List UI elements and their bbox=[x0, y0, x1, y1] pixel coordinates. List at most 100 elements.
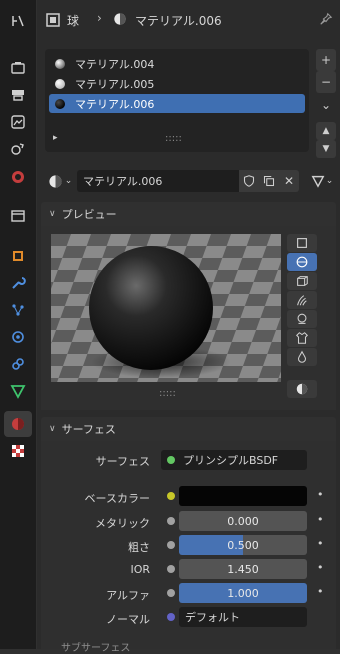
expand-arrow-icon[interactable]: ▸ bbox=[53, 133, 58, 143]
metallic-value: 0.000 bbox=[227, 514, 259, 528]
tab-output[interactable] bbox=[4, 82, 32, 108]
render-icon bbox=[11, 62, 25, 74]
preview-hair-button[interactable] bbox=[287, 291, 317, 309]
base-color-swatch[interactable] bbox=[179, 486, 307, 506]
roughness-value: 0.500 bbox=[227, 538, 259, 552]
keyframe-dot-icon[interactable]: • bbox=[317, 513, 324, 526]
data-icon bbox=[10, 385, 26, 399]
preview-sphere-button[interactable] bbox=[287, 253, 317, 271]
physics-icon bbox=[12, 331, 24, 343]
surface-panel-body: サーフェス プリンシプルBSDF ベースカラー • メタリック 0.000 • … bbox=[41, 441, 336, 654]
tab-scene[interactable] bbox=[4, 136, 32, 162]
material-preview-icon bbox=[55, 58, 65, 69]
shield-icon bbox=[243, 175, 255, 187]
ior-field[interactable]: 1.450 bbox=[179, 559, 307, 579]
remove-slot-button[interactable]: − bbox=[316, 71, 336, 93]
color-socket-icon[interactable] bbox=[167, 492, 175, 500]
list-item-selected[interactable]: マテリアル.006 bbox=[49, 94, 305, 113]
ior-label: IOR bbox=[130, 563, 150, 576]
material-datablock-row: ⌄ マテリアル.006 ✕ ⌄ bbox=[45, 170, 337, 192]
tab-tool[interactable] bbox=[4, 8, 32, 34]
cube-icon bbox=[297, 276, 308, 286]
preview-cube-button[interactable] bbox=[287, 272, 317, 290]
tab-data[interactable] bbox=[4, 378, 32, 404]
world-icon bbox=[296, 383, 308, 395]
particles-icon bbox=[12, 304, 24, 316]
breadcrumb: 球 › マテリアル.006 bbox=[37, 6, 340, 34]
preview-fluid-button[interactable] bbox=[287, 348, 317, 366]
tab-particles[interactable] bbox=[4, 297, 32, 323]
keyframe-dot-icon[interactable]: • bbox=[317, 537, 324, 550]
material-preview-icon bbox=[55, 98, 65, 109]
tab-collection[interactable] bbox=[4, 203, 32, 229]
surface-shader-value: プリンシプルBSDF bbox=[183, 454, 279, 467]
material-name-text: マテリアル.006 bbox=[83, 175, 163, 188]
normal-field[interactable]: デフォルト bbox=[179, 607, 307, 627]
cloth-icon bbox=[296, 332, 308, 344]
properties-main: 球 › マテリアル.006 マテリアル.004 マテリアル.005 マテリアル.… bbox=[37, 0, 340, 654]
list-item[interactable]: マテリアル.004 bbox=[49, 54, 305, 73]
material-name-field[interactable]: マテリアル.006 bbox=[77, 170, 239, 192]
preview-flat-button[interactable] bbox=[287, 234, 317, 252]
material-slot-list[interactable]: マテリアル.004 マテリアル.005 マテリアル.006 ▸ ::::: bbox=[45, 49, 309, 152]
metallic-field[interactable]: 0.000 bbox=[179, 511, 307, 531]
preview-world-button[interactable] bbox=[287, 380, 317, 398]
list-resize-handle[interactable]: ::::: bbox=[165, 133, 182, 144]
material-preview-image bbox=[51, 234, 281, 382]
surface-shader-field[interactable]: プリンシプルBSDF bbox=[161, 450, 307, 470]
material-preview-icon bbox=[55, 78, 65, 89]
tab-view-layer[interactable] bbox=[4, 109, 32, 135]
unlink-material-button[interactable]: ✕ bbox=[279, 170, 299, 192]
list-item-label: マテリアル.006 bbox=[75, 97, 155, 111]
preview-panel-header[interactable]: ∨ プレビュー bbox=[41, 202, 336, 226]
move-slot-up-button[interactable]: ▲ bbox=[316, 122, 336, 140]
plane-icon bbox=[297, 238, 307, 248]
chevron-down-icon: ⌄ bbox=[325, 176, 334, 186]
keyframe-dot-icon[interactable]: • bbox=[317, 561, 324, 574]
monkey-icon bbox=[297, 313, 307, 324]
browse-material-button[interactable]: ⌄ bbox=[45, 171, 75, 191]
vector-socket-icon[interactable] bbox=[167, 613, 175, 621]
value-socket-icon[interactable] bbox=[167, 565, 175, 573]
preview-resize-handle[interactable]: ::::: bbox=[159, 388, 176, 399]
close-icon: ✕ bbox=[283, 174, 295, 188]
alpha-field[interactable]: 1.000 bbox=[179, 583, 307, 603]
chevron-down-icon: ⌄ bbox=[64, 176, 73, 186]
subsurface-section-label[interactable]: サブサーフェス bbox=[61, 639, 130, 654]
tab-texture[interactable] bbox=[4, 438, 32, 464]
add-slot-button[interactable]: + bbox=[316, 49, 336, 71]
move-slot-down-button[interactable]: ▼ bbox=[316, 140, 336, 158]
tab-render[interactable] bbox=[4, 55, 32, 81]
surface-panel-header[interactable]: ∨ サーフェス bbox=[41, 417, 336, 441]
value-socket-icon[interactable] bbox=[167, 517, 175, 525]
object-name: 球 bbox=[67, 14, 80, 28]
keyframe-dot-icon[interactable]: • bbox=[317, 488, 324, 501]
value-socket-icon[interactable] bbox=[167, 589, 175, 597]
constraints-icon bbox=[12, 358, 24, 370]
roughness-field[interactable]: 0.500 bbox=[179, 535, 307, 555]
mesh-data-icon bbox=[311, 175, 325, 188]
tab-world[interactable] bbox=[4, 164, 32, 190]
tab-object[interactable] bbox=[4, 243, 32, 269]
pin-icon[interactable] bbox=[319, 12, 333, 26]
collection-icon bbox=[11, 210, 25, 222]
tab-material[interactable] bbox=[4, 411, 32, 437]
list-item[interactable]: マテリアル.005 bbox=[49, 74, 305, 93]
sphere-icon bbox=[296, 256, 308, 268]
tab-constraints[interactable] bbox=[4, 351, 32, 377]
preview-cloth-button[interactable] bbox=[287, 329, 317, 347]
link-mode-button[interactable]: ⌄ bbox=[307, 171, 337, 191]
view-layer-icon bbox=[11, 115, 25, 129]
duplicate-material-button[interactable] bbox=[259, 170, 279, 192]
collapse-arrow-icon: ∨ bbox=[49, 424, 56, 434]
fake-user-button[interactable] bbox=[239, 170, 259, 192]
tab-modifier[interactable] bbox=[4, 270, 32, 296]
duplicate-icon bbox=[263, 175, 275, 187]
value-socket-icon[interactable] bbox=[167, 541, 175, 549]
hair-icon bbox=[297, 295, 307, 306]
slot-specials-menu-button[interactable]: ⌄ bbox=[316, 96, 336, 114]
keyframe-dot-icon[interactable]: • bbox=[317, 585, 324, 598]
preview-monkey-button[interactable] bbox=[287, 310, 317, 328]
surface-label: サーフェス bbox=[95, 455, 150, 468]
tab-physics[interactable] bbox=[4, 324, 32, 350]
